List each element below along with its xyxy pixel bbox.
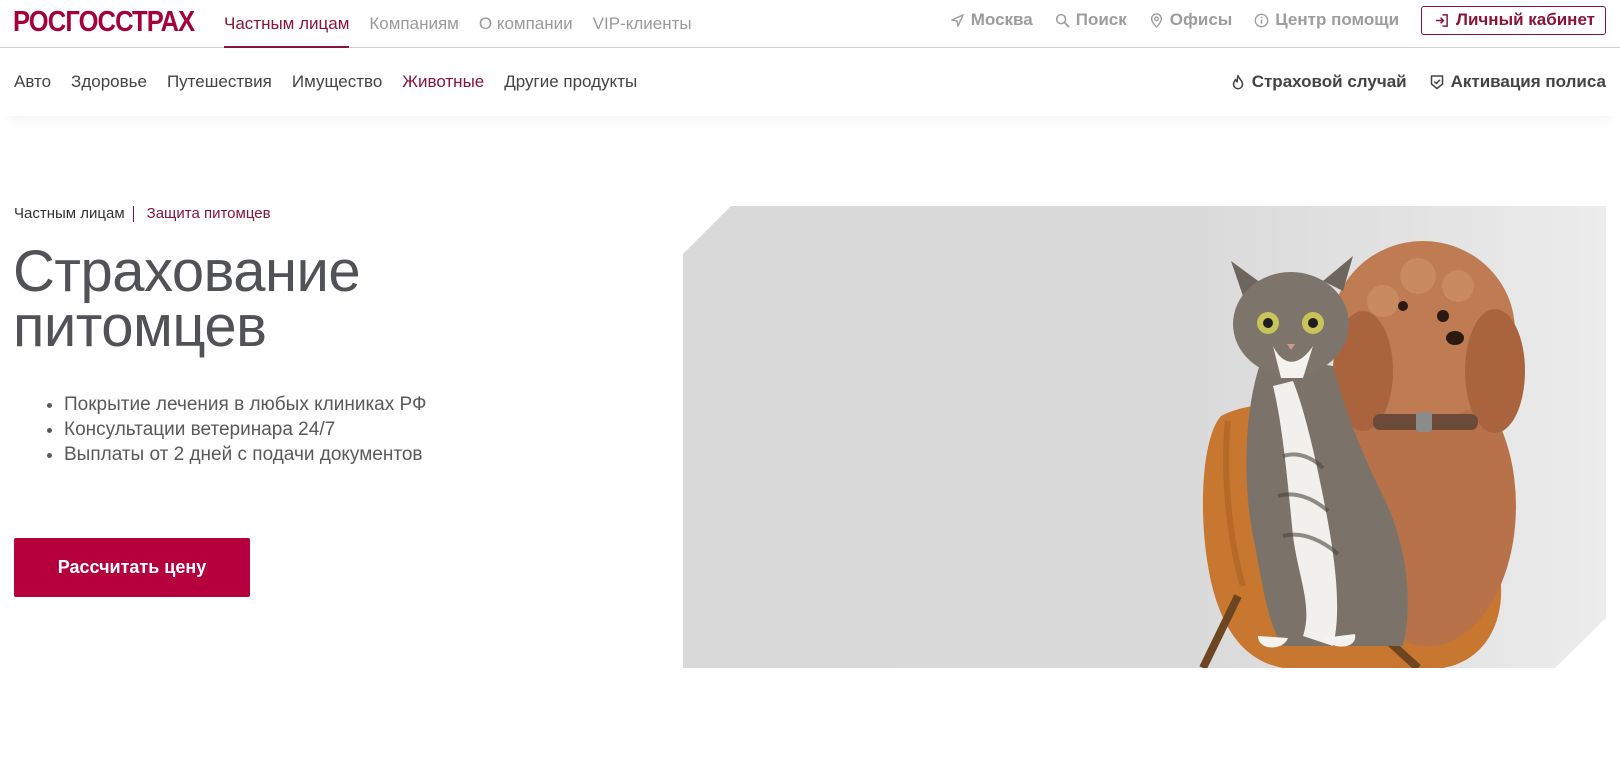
- pets-illustration: [1199, 241, 1525, 668]
- offices-label: Офисы: [1169, 10, 1233, 29]
- policy-activation-label: Активация полиса: [1450, 72, 1606, 91]
- insurance-claim-label: Страховой случай: [1251, 72, 1407, 91]
- city-selector[interactable]: Москва: [950, 10, 1033, 30]
- help-center-link[interactable]: Центр помощи: [1254, 10, 1399, 30]
- product-category-nav: Авто Здоровье Путешествия Имущество Живо…: [14, 48, 637, 116]
- benefit-item: Консультации ветеринара 24/7: [64, 417, 426, 442]
- breadcrumb-parent[interactable]: Частным лицам: [14, 205, 125, 222]
- category-item-travel[interactable]: Путешествия: [167, 72, 272, 92]
- policy-activation-link[interactable]: Активация полиса: [1429, 72, 1606, 92]
- breadcrumb-divider: [132, 205, 134, 222]
- hero-image-cat-and-dog: [683, 206, 1606, 668]
- benefit-item: Выплаты от 2 дней с подачи документов: [64, 442, 426, 467]
- category-item-other[interactable]: Другие продукты: [504, 72, 637, 92]
- search-button[interactable]: Поиск: [1055, 10, 1127, 30]
- category-bar: Авто Здоровье Путешествия Имущество Живо…: [0, 48, 1620, 116]
- audience-nav: Частным лицам Компаниям О компании VIP-к…: [224, 0, 692, 48]
- nav-item-companies[interactable]: Компаниям: [369, 0, 458, 48]
- offices-link[interactable]: Офисы: [1149, 10, 1233, 30]
- quick-actions: Страховой случай Активация полиса: [1230, 48, 1606, 116]
- category-item-animals[interactable]: Животные: [402, 72, 484, 92]
- help-label: Центр помощи: [1275, 10, 1400, 29]
- breadcrumb-current[interactable]: Защита питомцев: [147, 205, 271, 222]
- category-item-auto[interactable]: Авто: [14, 72, 51, 92]
- category-item-property[interactable]: Имущество: [292, 72, 382, 92]
- nav-item-vip[interactable]: VIP-клиенты: [593, 0, 692, 48]
- city-label: Москва: [970, 10, 1033, 29]
- map-pin-icon: [1150, 12, 1162, 28]
- personal-account-label: Личный кабинет: [1456, 10, 1595, 29]
- benefits-list: Покрытие лечения в любых клиниках РФ Кон…: [44, 392, 426, 467]
- category-item-health[interactable]: Здоровье: [71, 72, 147, 92]
- brand-logo[interactable]: РОСГОССТРАХ: [13, 4, 195, 40]
- breadcrumb: Частным лицам Защита питомцев: [14, 205, 271, 222]
- login-icon: [1435, 13, 1448, 27]
- personal-account-button[interactable]: Личный кабинет: [1421, 5, 1606, 35]
- page-title: Страхование питомцев: [13, 243, 613, 356]
- top-bar: РОСГОССТРАХ Частным лицам Компаниям О ко…: [0, 0, 1620, 48]
- page-title-line2: питомцев: [13, 294, 267, 359]
- shield-check-icon: [1430, 75, 1443, 90]
- benefit-item: Покрытие лечения в любых клиниках РФ: [64, 392, 426, 417]
- search-label: Поиск: [1075, 10, 1127, 29]
- nav-item-about[interactable]: О компании: [479, 0, 573, 48]
- flame-icon: [1232, 74, 1243, 90]
- utility-nav: Москва Поиск Офисы Центр помощи Личный к…: [950, 0, 1606, 40]
- search-icon: [1055, 13, 1070, 27]
- info-icon: [1254, 13, 1269, 27]
- location-arrow-icon: [950, 13, 964, 27]
- nav-item-private[interactable]: Частным лицам: [224, 0, 350, 48]
- calculate-price-button[interactable]: Рассчитать цену: [14, 538, 250, 597]
- insurance-claim-link[interactable]: Страховой случай: [1230, 72, 1407, 92]
